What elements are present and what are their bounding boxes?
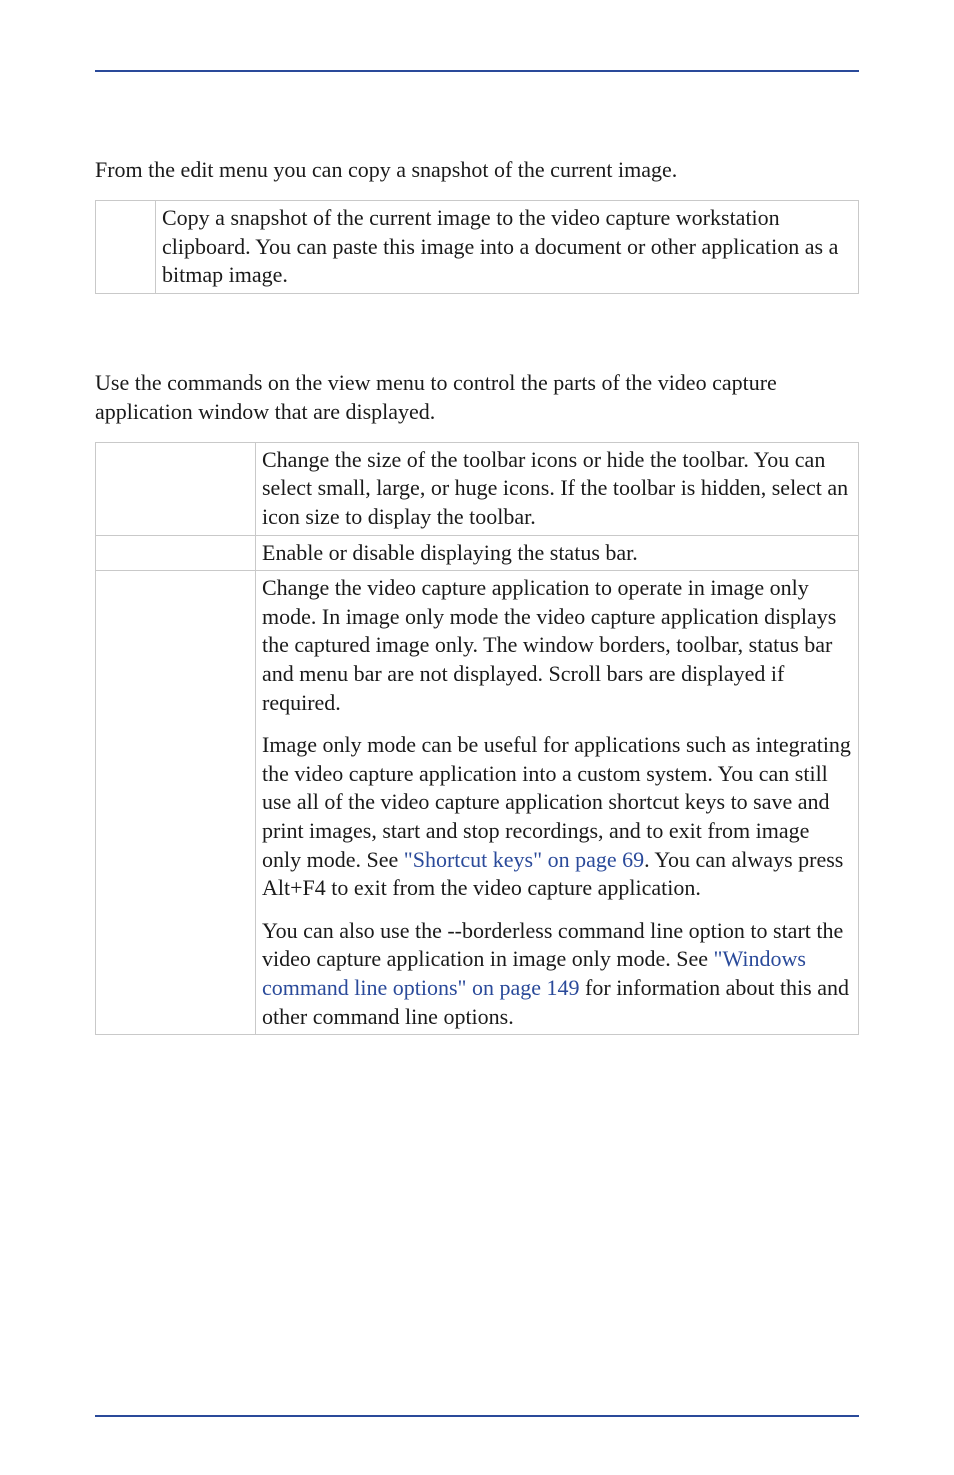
row-description: Enable or disable displaying the status … <box>256 535 859 571</box>
bottom-rule <box>95 1415 859 1417</box>
top-rule <box>95 70 859 72</box>
table-row: Change the size of the toolbar icons or … <box>96 442 859 535</box>
table-row: Change the video capture application to … <box>96 571 859 1035</box>
table-row: Copy a snapshot of the current image to … <box>96 201 859 294</box>
row-description: Change the video capture application to … <box>256 571 859 1035</box>
edit-menu-intro: From the edit menu you can copy a snapsh… <box>95 155 859 184</box>
paragraph: Image only mode can be useful for applic… <box>262 731 852 903</box>
row-label <box>96 571 256 1035</box>
view-menu-table: Change the size of the toolbar icons or … <box>95 442 859 1035</box>
cross-reference-link[interactable]: "Windows command line options" on page 1… <box>262 946 806 1000</box>
row-label <box>96 442 256 535</box>
view-menu-intro: Use the commands on the view menu to con… <box>95 368 859 426</box>
cross-reference-link[interactable]: "Shortcut keys" on page 69 <box>404 847 644 872</box>
paragraph: Change the video capture application to … <box>262 574 852 717</box>
page-content: From the edit menu you can copy a snapsh… <box>95 155 859 1035</box>
row-description: Copy a snapshot of the current image to … <box>156 201 859 294</box>
row-description: Change the size of the toolbar icons or … <box>256 442 859 535</box>
row-label <box>96 535 256 571</box>
row-label <box>96 201 156 294</box>
edit-menu-table: Copy a snapshot of the current image to … <box>95 200 859 294</box>
paragraph: Change the size of the toolbar icons or … <box>262 446 852 532</box>
paragraph: You can also use the --borderless comman… <box>262 917 852 1031</box>
table-row: Enable or disable displaying the status … <box>96 535 859 571</box>
paragraph: Enable or disable displaying the status … <box>262 539 852 568</box>
